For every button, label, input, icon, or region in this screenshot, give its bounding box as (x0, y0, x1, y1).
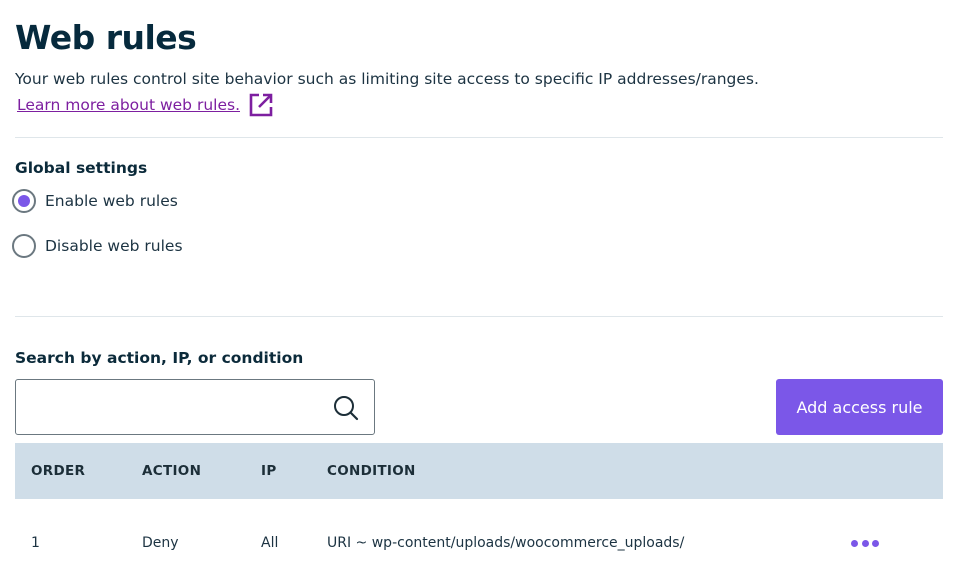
table-row: 1 Deny All URI ~ wp-content/uploads/wooc… (15, 499, 943, 587)
column-header-condition[interactable]: CONDITION (327, 463, 416, 479)
column-header-ip[interactable]: IP (261, 463, 277, 479)
global-settings-heading: Global settings (15, 159, 148, 177)
search-icon[interactable] (332, 394, 360, 422)
radio-button[interactable] (12, 234, 36, 258)
radio-label: Disable web rules (45, 237, 183, 255)
page-description: Your web rules control site behavior suc… (15, 70, 759, 88)
divider (15, 316, 943, 317)
learn-more-link[interactable]: Learn more about web rules. (17, 96, 240, 114)
search-field[interactable] (15, 379, 375, 435)
more-horizontal-icon-dot (872, 539, 879, 547)
search-input[interactable] (16, 380, 316, 434)
row-actions-button[interactable] (851, 535, 879, 551)
external-link-icon[interactable] (248, 92, 274, 118)
page-title: Web rules (15, 18, 197, 57)
more-horizontal-icon-dot (851, 539, 858, 547)
cell-action: Deny (142, 535, 179, 551)
column-header-order[interactable]: ORDER (31, 463, 85, 479)
search-label: Search by action, IP, or condition (15, 349, 304, 367)
radio-button-checked[interactable] (12, 189, 36, 213)
radio-label: Enable web rules (45, 192, 178, 210)
web-rules-table: ORDER ACTION IP CONDITION 1 Deny All URI… (15, 443, 943, 587)
enable-web-rules-radio[interactable]: Enable web rules (12, 189, 178, 213)
table-header: ORDER ACTION IP CONDITION (15, 443, 943, 499)
column-header-action[interactable]: ACTION (142, 463, 201, 479)
divider (15, 137, 943, 138)
disable-web-rules-radio[interactable]: Disable web rules (12, 234, 183, 258)
learn-more: Learn more about web rules. (17, 92, 274, 118)
cell-order: 1 (31, 535, 40, 551)
cell-ip: All (261, 535, 279, 551)
cell-condition: URI ~ wp-content/uploads/woocommerce_upl… (327, 535, 685, 551)
add-access-rule-button[interactable]: Add access rule (776, 379, 943, 435)
more-horizontal-icon-dot (861, 539, 869, 547)
